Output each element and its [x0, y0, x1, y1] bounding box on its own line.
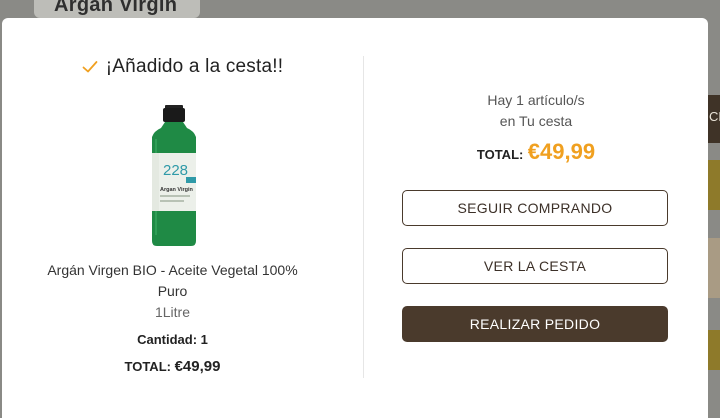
- product-image-number: 228: [163, 162, 188, 179]
- background-right-image: [708, 238, 720, 298]
- cart-summary: Hay 1 artículo/s en Tu cesta: [364, 90, 708, 132]
- product-total: TOTAL: €49,99: [42, 358, 303, 375]
- product-total-label: TOTAL:: [124, 359, 171, 374]
- cart-total-value: €49,99: [527, 139, 596, 164]
- view-cart-button[interactable]: VER LA CESTA: [402, 248, 668, 284]
- cart-item-count: Hay 1 artículo/s: [487, 92, 585, 108]
- product-quantity: Cantidad: 1: [42, 332, 303, 347]
- background-right-block: [708, 330, 720, 370]
- cart-item-count-suffix: en Tu cesta: [499, 113, 573, 129]
- cart-total: TOTAL: €49,99: [364, 139, 708, 165]
- background-right-button: CE: [708, 95, 720, 143]
- cart-total-label: TOTAL:: [476, 147, 524, 162]
- quantity-value: 1: [200, 332, 208, 347]
- product-size: 1Litre: [154, 304, 191, 320]
- quantity-label: Cantidad:: [137, 332, 198, 347]
- checkout-button[interactable]: REALIZAR PEDIDO: [402, 306, 668, 342]
- background-product-label: Argán Virgin: [54, 0, 178, 16]
- background-right-text: CE: [709, 109, 720, 124]
- added-header: ¡Añadido a la cesta!!: [2, 56, 363, 78]
- product-name: Argán Virgen BIO - Aceite Vegetal 100% P…: [47, 262, 298, 299]
- product-image: 228 Argan Virgin: [152, 105, 196, 246]
- added-to-cart-modal: ¡Añadido a la cesta!! 228 Argan Virgin A…: [2, 18, 708, 418]
- background-right-block: [708, 160, 720, 210]
- product-total-value: €49,99: [174, 358, 221, 375]
- product-image-name: Argan Virgin: [160, 187, 194, 193]
- check-icon: [82, 61, 98, 73]
- continue-shopping-button[interactable]: SEGUIR COMPRANDO: [402, 190, 668, 226]
- background-product-thumbnail: Argán Virgin: [34, 0, 200, 18]
- added-title: ¡Añadido a la cesta!!: [105, 56, 284, 77]
